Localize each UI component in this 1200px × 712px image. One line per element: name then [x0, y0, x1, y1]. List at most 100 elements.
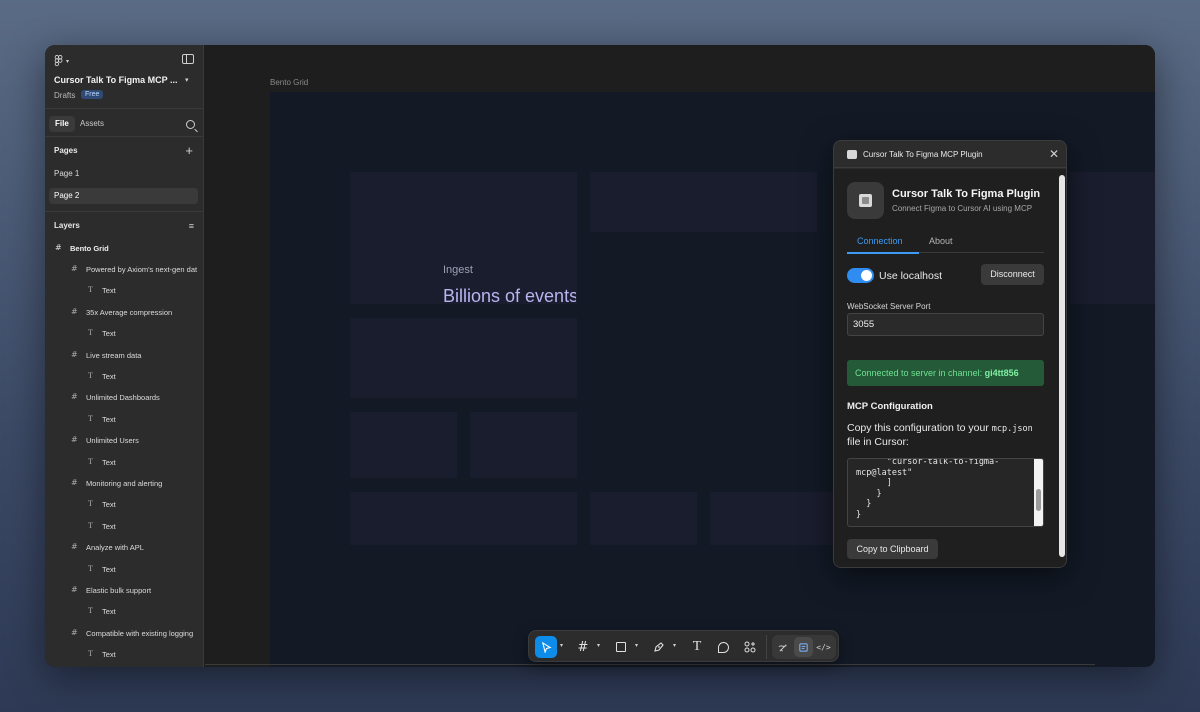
- plugin-body: Cursor Talk To Figma Plugin Connect Figm…: [834, 169, 1060, 567]
- layer-label: Text: [102, 650, 116, 660]
- bento-card[interactable]: [350, 412, 457, 478]
- layer-item[interactable]: # Unlimited Dashboards: [45, 391, 204, 405]
- frame-label[interactable]: Bento Grid: [270, 78, 308, 87]
- text-icon: T: [692, 639, 702, 654]
- layer-item[interactable]: T Text: [45, 413, 204, 427]
- layer-item[interactable]: T Text: [45, 563, 204, 577]
- layer-item[interactable]: T Text: [45, 520, 204, 534]
- layer-item[interactable]: # Live stream data: [45, 349, 204, 363]
- mcp-desc-text: Copy this configuration to your: [847, 422, 989, 434]
- search-icon[interactable]: [186, 120, 195, 129]
- file-menu-chevron-icon[interactable]: ▾: [185, 76, 189, 84]
- frame-tool-button[interactable]: #: [572, 636, 594, 658]
- bento-card[interactable]: [470, 412, 577, 478]
- layer-item[interactable]: # Powered by Axiom's next-gen dat: [45, 263, 204, 277]
- rectangle-tool-button[interactable]: [610, 636, 632, 658]
- layer-label: Text: [102, 607, 116, 617]
- text-tool-button[interactable]: T: [686, 636, 708, 658]
- frame-icon: #: [71, 264, 78, 273]
- layer-item[interactable]: #35x Average compression: [45, 306, 204, 320]
- actions-tool-button[interactable]: [739, 636, 761, 658]
- mcp-desc-text-end: file in Cursor:: [847, 436, 909, 448]
- comment-tool-button[interactable]: [712, 636, 734, 658]
- add-page-plus-icon[interactable]: +: [185, 144, 193, 157]
- headline-text[interactable]: Billions of events: [443, 286, 576, 307]
- file-title[interactable]: Cursor Talk To Figma MCP ...: [54, 75, 178, 85]
- file-header: ▾ Cursor Talk To Figma MCP ... ▾ Drafts …: [45, 45, 204, 109]
- layer-item[interactable]: T Text: [45, 648, 204, 662]
- frame-icon: #: [71, 478, 78, 487]
- drafts-label[interactable]: Drafts: [54, 91, 75, 100]
- page-item-2[interactable]: Page 2: [49, 188, 198, 204]
- layer-item[interactable]: T Text: [45, 498, 204, 512]
- frame-icon: #: [71, 435, 78, 445]
- dev-mode-button[interactable]: </>: [814, 637, 833, 657]
- pen-tool-button[interactable]: [648, 636, 670, 658]
- tab-file[interactable]: File: [49, 116, 75, 132]
- move-tool-button[interactable]: [535, 636, 557, 658]
- use-localhost-toggle[interactable]: [847, 268, 874, 283]
- frame-icon: #: [71, 306, 78, 316]
- layer-item[interactable]: T Text: [45, 456, 204, 470]
- layer-item[interactable]: # Analyze with APL: [45, 541, 204, 555]
- chevron-down-icon[interactable]: ▾: [560, 642, 563, 649]
- text-icon: T: [88, 328, 93, 338]
- config-code: "cursor-talk-to-figma- mcp@latest" ] } }…: [856, 458, 1000, 520]
- bento-card[interactable]: [1070, 172, 1155, 304]
- plugin-scroll-thumb[interactable]: [1059, 175, 1065, 557]
- tab-about[interactable]: About: [929, 236, 953, 246]
- layer-label: Monitoring and alerting: [86, 479, 163, 488]
- close-icon[interactable]: ✕: [1049, 147, 1059, 161]
- text-icon: T: [88, 520, 93, 530]
- layer-root[interactable]: # Bento Grid: [45, 242, 204, 256]
- chevron-down-icon[interactable]: ▾: [597, 642, 600, 649]
- plugin-titlebar[interactable]: Cursor Talk To Figma MCP Plugin ✕: [834, 141, 1066, 168]
- chevron-down-icon[interactable]: ▾: [673, 642, 676, 649]
- sidebar-tabs: File Assets: [45, 110, 204, 137]
- textarea-scroll-thumb[interactable]: [1036, 489, 1041, 511]
- copy-to-clipboard-button[interactable]: Copy to Clipboard: [847, 539, 938, 559]
- config-textarea[interactable]: "cursor-talk-to-figma- mcp@latest" ] } }…: [847, 458, 1044, 527]
- bento-card[interactable]: [590, 492, 697, 545]
- draw-mode-button[interactable]: [774, 637, 793, 657]
- mcp-description: Copy this configuration to your mcp.json…: [847, 422, 1047, 449]
- bento-card[interactable]: [350, 318, 577, 398]
- layer-item[interactable]: T Text: [45, 605, 204, 619]
- chevron-down-icon[interactable]: ▾: [635, 642, 638, 649]
- ingest-label[interactable]: Ingest: [443, 264, 473, 276]
- layer-item[interactable]: T Text: [45, 327, 204, 341]
- port-input[interactable]: 3055: [847, 313, 1044, 336]
- design-mode-button[interactable]: [794, 637, 813, 657]
- layer-label: Live stream data: [86, 350, 142, 360]
- main-menu-button[interactable]: ▾: [54, 54, 76, 68]
- tab-assets[interactable]: Assets: [80, 116, 104, 132]
- plugin-scrollbar[interactable]: [1058, 169, 1066, 567]
- bento-card[interactable]: [350, 172, 577, 304]
- bento-card[interactable]: [710, 492, 835, 545]
- layer-label: Unlimited Users: [86, 436, 139, 446]
- layers-options-icon[interactable]: ≡: [189, 221, 194, 231]
- layer-item[interactable]: T Text: [45, 370, 204, 384]
- frame-icon: #: [71, 542, 78, 552]
- disconnect-button[interactable]: Disconnect: [981, 264, 1044, 285]
- canvas-divider: [205, 664, 1095, 665]
- page-item-1[interactable]: Page 1: [49, 166, 198, 182]
- tab-connection[interactable]: Connection: [857, 236, 903, 246]
- text-icon: T: [88, 649, 93, 659]
- layer-item[interactable]: # Monitoring and alerting: [45, 477, 204, 491]
- layer-label: Text: [102, 372, 116, 381]
- left-sidebar: ▾ Cursor Talk To Figma MCP ... ▾ Drafts …: [45, 45, 204, 667]
- textarea-scrollbar[interactable]: [1034, 459, 1043, 526]
- frame-icon: #: [71, 585, 78, 594]
- layer-item[interactable]: T Text: [45, 284, 204, 298]
- layer-item[interactable]: # Elastic bulk support: [45, 584, 204, 598]
- layer-item[interactable]: # Unlimited Users: [45, 434, 204, 448]
- sidebar-toggle-icon[interactable]: [182, 54, 194, 64]
- layer-label: Analyze with APL: [86, 543, 144, 553]
- layer-label: Text: [102, 521, 116, 531]
- bento-card[interactable]: [590, 172, 817, 232]
- bento-card[interactable]: [350, 492, 577, 545]
- text-icon: T: [88, 606, 93, 616]
- toolbar-separator: [766, 635, 767, 659]
- layer-item[interactable]: # Compatible with existing logging: [45, 627, 204, 641]
